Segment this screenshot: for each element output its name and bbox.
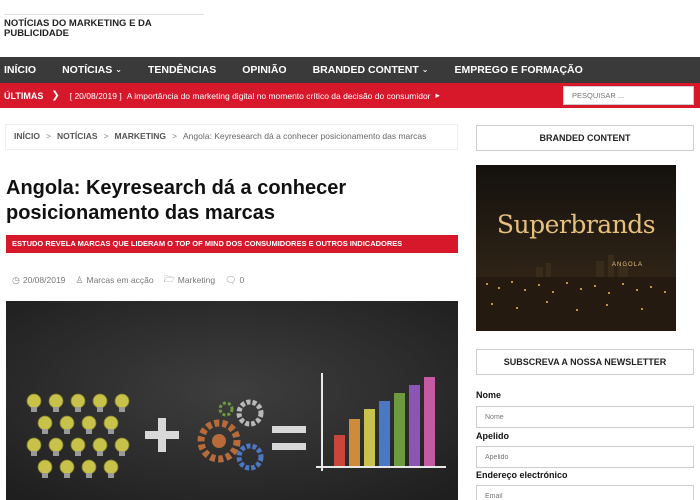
meta-author[interactable]: ♙ Marcas em acção — [75, 275, 153, 286]
meta-date-text: 20/08/2019 — [22, 275, 66, 285]
meta-category[interactable]: 🗁 Marketing — [164, 272, 216, 288]
meta-category-text[interactable]: Marketing — [178, 275, 215, 285]
clock-icon: ◷ — [12, 274, 20, 285]
hero-illustration — [6, 301, 458, 500]
nav-item-label: OPINIÃO — [242, 64, 287, 76]
surname-label: Apelido — [476, 431, 509, 441]
meta-comments[interactable]: 🗨 0 — [225, 275, 244, 286]
superbrands-logo: Superbrands — [496, 210, 656, 239]
chevron-down-icon: ⌄ — [115, 65, 122, 74]
meta-comments-count[interactable]: 0 — [240, 275, 245, 285]
play-icon: ▸ — [435, 90, 440, 100]
breadcrumb-home[interactable]: INÍCIO — [14, 131, 40, 141]
nav-item-emprego[interactable]: EMPREGO E FORMAÇÃO — [441, 57, 595, 83]
nav-item-noticias[interactable]: NOTÍCIAS ⌄ — [49, 57, 135, 83]
breadcrumb: INÍCIO > NOTÍCIAS > MARKETING > Angola: Keyres… — [5, 124, 458, 150]
article-title: Angola: Keyresearch dá a conhecer posici… — [6, 177, 347, 224]
nav-item-tendencias[interactable]: TENDÊNCIAS — [135, 57, 229, 83]
news-ticker: ÚLTIMAS ❯ [ 20/08/2019 ] A importância d… — [0, 83, 700, 108]
ticker-date: [ 20/08/2019 ] — [69, 90, 122, 101]
search-input[interactable] — [563, 86, 694, 105]
breadcrumb-separator-icon: > — [103, 131, 109, 141]
nav-item-label: INÍCIO — [4, 64, 37, 76]
nav-item-label: BRANDED CONTENT — [312, 64, 419, 76]
superbrands-banner[interactable]: Superbrands ANGOLA — [476, 165, 676, 331]
nav-item-opiniao[interactable]: OPINIÃO — [229, 57, 299, 83]
breadcrumb-separator-icon: > — [172, 131, 177, 141]
article-meta: ◷ 20/08/2019 ♙ Marcas em acção 🗁 Marketing … — [12, 272, 244, 288]
folder-icon: 🗁 — [163, 274, 175, 284]
name-field[interactable] — [476, 406, 694, 428]
branded-content-title: BRANDED CONTENT — [476, 125, 694, 151]
breadcrumb-section[interactable]: NOTÍCIAS — [57, 131, 98, 141]
chevron-right-icon: ❯ — [51, 90, 60, 101]
breadcrumb-separator-icon: > — [45, 131, 51, 141]
site-title[interactable]: NOTÍCIAS DO MARKETING E DA PUBLICIDADE — [4, 14, 204, 39]
meta-date: ◷ 20/08/2019 — [12, 275, 65, 286]
surname-field[interactable] — [476, 446, 694, 468]
nav-item-branded-content[interactable]: BRANDED CONTENT ⌄ — [300, 57, 442, 83]
city-night-image — [476, 165, 676, 331]
nav-item-inicio[interactable]: INÍCIO — [0, 57, 49, 83]
user-icon: ♙ — [75, 274, 84, 285]
meta-author-text[interactable]: Marcas em acção — [86, 275, 153, 285]
nav-item-label: NOTÍCIAS — [62, 64, 113, 76]
chevron-down-icon: ⌄ — [421, 65, 429, 74]
newsletter-title: SUBSCREVA A NOSSA NEWSLETTER — [476, 349, 694, 375]
nav-item-label: TENDÊNCIAS — [147, 64, 217, 76]
article-hero-image — [6, 301, 458, 500]
name-label: Nome — [476, 390, 502, 400]
superbrands-subtitle: ANGOLA — [611, 262, 643, 268]
email-label: Endereço electrónico — [476, 470, 568, 480]
breadcrumb-category[interactable]: MARKETING — [115, 131, 166, 141]
nav-item-label: EMPREGO E FORMAÇÃO — [454, 64, 583, 76]
article-subtitle: ESTUDO REVELA MARCAS QUE LIDERAM O TOP O… — [6, 235, 458, 253]
ticker-label: ÚLTIMAS ❯ — [0, 90, 60, 101]
email-field[interactable] — [476, 485, 694, 500]
ticker-label-text: ÚLTIMAS — [4, 90, 44, 101]
ticker-headline[interactable]: A importância do marketing digital no mo… — [127, 91, 431, 101]
ticker-item[interactable]: [ 20/08/2019 ] A importância do marketin… — [70, 90, 440, 101]
main-nav: INÍCIO NOTÍCIAS ⌄ TENDÊNCIAS OPINIÃO BRAN… — [0, 57, 700, 83]
breadcrumb-current: Angola: Keyresearch dá a conhecer posici… — [183, 131, 427, 141]
comment-icon: 🗨 — [225, 274, 237, 285]
